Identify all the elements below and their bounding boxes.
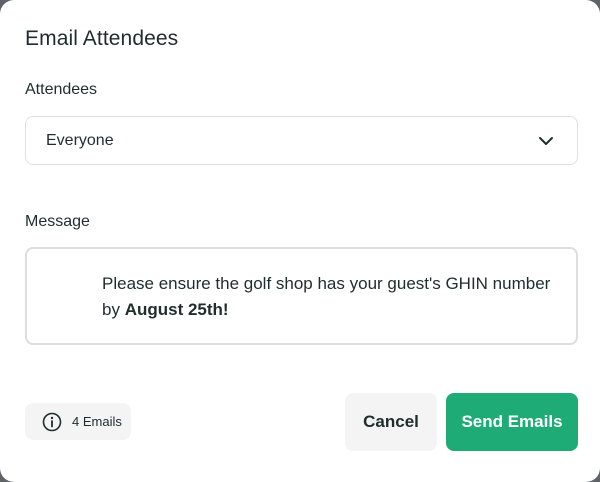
- message-textarea[interactable]: Please ensure the golf shop has your gue…: [25, 247, 578, 345]
- cancel-button[interactable]: Cancel: [345, 393, 437, 451]
- message-label: Message: [25, 213, 90, 230]
- dialog-title: Email Attendees: [25, 27, 179, 50]
- info-icon: [42, 412, 62, 431]
- attendees-select-value: Everyone: [46, 131, 114, 149]
- email-count-badge: 4 Emails: [25, 403, 131, 440]
- attendees-select[interactable]: Everyone: [25, 116, 578, 165]
- email-count-text: 4 Emails: [72, 414, 122, 429]
- email-attendees-dialog: Email Attendees Attendees Everyone Messa…: [0, 0, 600, 482]
- message-bold-date: August 25th!: [124, 300, 229, 319]
- attendees-label: Attendees: [25, 81, 98, 98]
- send-emails-button[interactable]: Send Emails: [446, 393, 578, 451]
- chevron-down-icon: [539, 137, 553, 145]
